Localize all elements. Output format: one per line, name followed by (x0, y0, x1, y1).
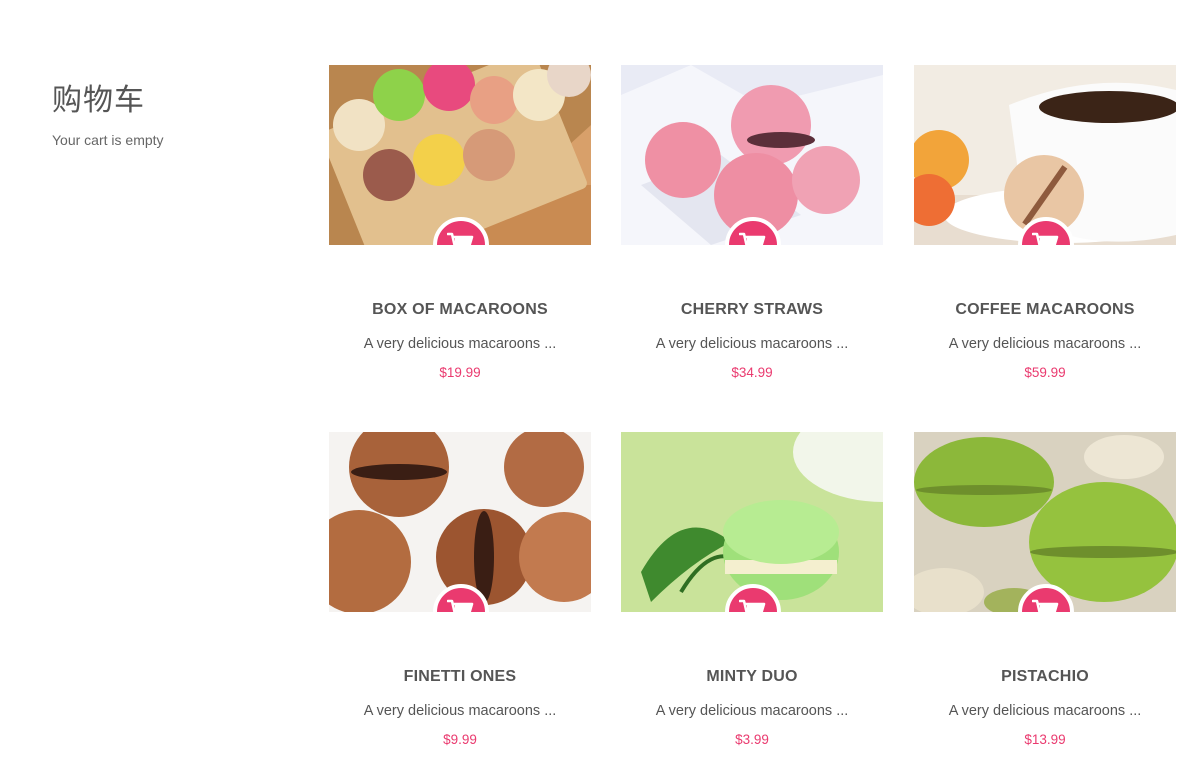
product-image[interactable] (329, 65, 591, 245)
product-price: $34.99 (731, 365, 773, 380)
product-description: A very delicious macaroons ... (363, 703, 557, 719)
product-name[interactable]: BOX OF MACAROONS (329, 301, 591, 319)
product-price: $19.99 (439, 365, 481, 380)
product-card: PISTACHIO A very delicious macaroons ...… (914, 432, 1176, 747)
product-card: BOX OF MACAROONS A very delicious macaro… (329, 65, 591, 380)
product-price: $3.99 (735, 732, 769, 747)
product-card: MINTY DUO A very delicious macaroons ...… (621, 432, 883, 747)
product-name[interactable]: COFFEE MACAROONS (914, 301, 1176, 319)
cart-title: 购物车 (52, 83, 145, 118)
product-price: $9.99 (443, 732, 477, 747)
product-name[interactable]: FINETTI ONES (329, 668, 591, 686)
shopping-cart-icon (447, 232, 474, 245)
product-description: A very delicious macaroons ... (948, 703, 1142, 719)
product-description: A very delicious macaroons ... (363, 336, 557, 352)
shopping-cart-icon (739, 232, 766, 245)
product-image[interactable] (914, 432, 1176, 612)
shopping-cart-icon (447, 599, 474, 612)
product-image[interactable] (329, 432, 591, 612)
product-card: CHERRY STRAWS A very delicious macaroons… (621, 65, 883, 380)
product-name[interactable]: CHERRY STRAWS (621, 301, 883, 319)
product-image[interactable] (621, 432, 883, 612)
product-price: $13.99 (1024, 732, 1066, 747)
cart-empty-status: Your cart is empty (52, 132, 164, 148)
shopping-cart-icon (1032, 232, 1059, 245)
shopping-cart-icon (739, 599, 766, 612)
product-card: COFFEE MACAROONS A very delicious macaro… (914, 65, 1176, 380)
product-image[interactable] (914, 65, 1176, 245)
product-name[interactable]: MINTY DUO (621, 668, 883, 686)
product-name[interactable]: PISTACHIO (914, 668, 1176, 686)
product-price: $59.99 (1024, 365, 1066, 380)
cart-widget: 购物车 Your cart is empty (52, 83, 292, 149)
product-description: A very delicious macaroons ... (948, 336, 1142, 352)
product-description: A very delicious macaroons ... (655, 336, 849, 352)
product-card: FINETTI ONES A very delicious macaroons … (329, 432, 591, 747)
product-description: A very delicious macaroons ... (655, 703, 849, 719)
shopping-cart-icon (1032, 599, 1059, 612)
product-image[interactable] (621, 65, 883, 245)
